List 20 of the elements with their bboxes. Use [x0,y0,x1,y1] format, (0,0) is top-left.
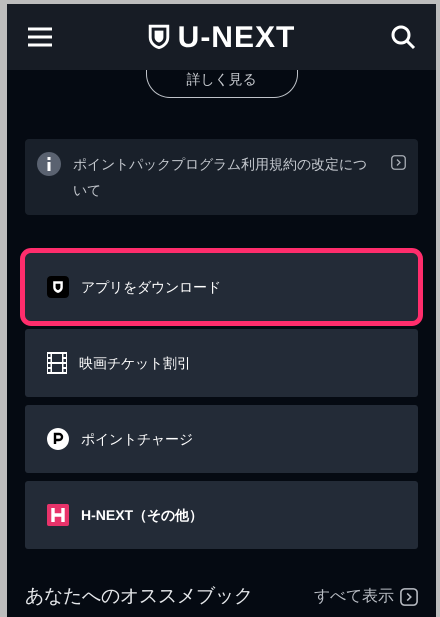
notice-text: ポイントパックプログラム利用規約の改定について [73,155,368,200]
menu-icon[interactable] [27,26,53,48]
brand-logo: U-NEXT [178,20,296,56]
film-strip-icon [47,352,67,374]
show-all-link[interactable]: すべて表示 [314,585,394,609]
search-icon[interactable] [390,24,416,50]
chevron-right-icon [391,155,406,170]
menu-item[interactable]: 映画チケット割引 [25,329,418,397]
menu-item[interactable]: H-NEXT（その他） [25,481,418,549]
h-logo-icon [47,504,69,526]
details-button[interactable]: 詳しく見る [146,70,298,98]
menu-item[interactable]: ポイントチャージ [25,405,418,473]
point-coin-icon [47,428,69,450]
app-icon [47,276,69,298]
menu-item[interactable]: アプリをダウンロード [25,253,418,321]
notice-card[interactable]: ポイントパックプログラム利用規約の改定について [25,139,418,215]
shield-logo-icon [148,24,170,50]
section-title: あなたへのオススメブック [25,585,253,609]
chevron-right-icon [400,588,418,606]
info-icon [37,152,61,176]
